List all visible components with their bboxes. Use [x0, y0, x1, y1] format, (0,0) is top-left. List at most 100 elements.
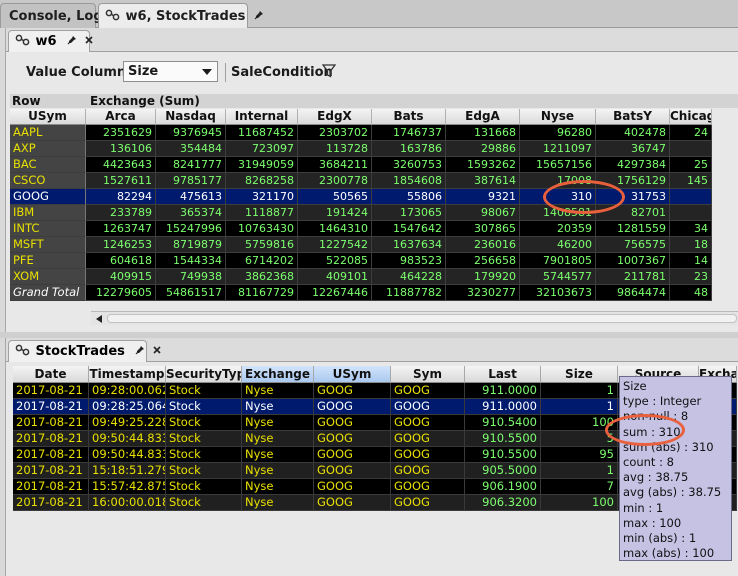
table-cell: 100	[541, 495, 618, 511]
pivot-grid: AAPL 2351629 9376945 11687452 2303702 1746737…	[10, 125, 712, 301]
table-cell: Nyse	[242, 399, 314, 415]
table-cell: Nyse	[242, 383, 314, 399]
table-cell: 16:00:00.018	[89, 495, 166, 511]
close-icon[interactable]	[84, 35, 94, 45]
pivot-col-header[interactable]: Internal	[226, 109, 298, 125]
pivot-cell: 1464310	[298, 221, 372, 237]
pivot-total-row[interactable]: Grand Total 12279605 54861517 81167729 12267…	[10, 285, 712, 301]
pivot-cell: 145	[670, 173, 712, 189]
table-cell: GOOG	[314, 383, 391, 399]
highlight-ring-tooltip	[605, 414, 685, 446]
table-cell: 09:28:00.062	[89, 383, 166, 399]
pivot-col-header[interactable]: USym	[10, 109, 86, 125]
pivot-col-header[interactable]: Nyse	[520, 109, 596, 125]
pivot-cell: 6714202	[226, 253, 298, 269]
table-cell: GOOG	[391, 415, 465, 431]
funnel-icon[interactable]	[322, 64, 336, 78]
table-col-header[interactable]: Size	[541, 366, 618, 383]
table-col-header[interactable]: Sym	[391, 366, 465, 383]
pivot-tab-row: w6	[6, 28, 738, 52]
pivot-cell: 5744577	[520, 269, 596, 285]
pivot-row-key: XOM	[10, 269, 86, 285]
tab-stocktrades[interactable]: w6, StockTrades	[98, 3, 263, 28]
pivot-cell: 409101	[298, 269, 372, 285]
pivot-cell: 387614	[446, 173, 520, 189]
table-cell: 2017-08-21	[13, 383, 89, 399]
table-cell: GOOG	[391, 463, 465, 479]
tab-stocktrades-table[interactable]: StockTrades	[8, 340, 161, 362]
pivot-cell: 723097	[226, 141, 298, 157]
table-cell: 2017-08-21	[13, 415, 89, 431]
pivot-col-header[interactable]: BatsY	[596, 109, 670, 125]
pivot-cell: 409915	[86, 269, 156, 285]
pivot-col-header[interactable]: Chicago	[670, 109, 712, 125]
pivot-row[interactable]: AXP 136106 354484 723097 113728 163786 29886 12…	[10, 141, 712, 157]
table-col-header[interactable]: Exchange	[242, 366, 314, 383]
table-col-header[interactable]: Last	[465, 366, 541, 383]
pivot-row-key: PFE	[10, 253, 86, 269]
pin-icon[interactable]	[135, 345, 145, 355]
pivot-cell: 48	[670, 285, 712, 301]
tooltip-line: min : 1	[623, 500, 664, 515]
tab-console-log-label: Console, Log	[9, 9, 103, 24]
pivot-row[interactable]: INTC 1263747 15247996 10763430 1464310 154764…	[10, 221, 712, 237]
table-cell: Nyse	[242, 431, 314, 447]
pivot-row[interactable]: PFE 604618 1544334 6714202 522085 983523 25665…	[10, 253, 712, 269]
tab-w6[interactable]: w6	[8, 30, 93, 52]
toolbar-separator	[225, 63, 226, 82]
table-cell: Stock	[166, 463, 242, 479]
pivot-col-header[interactable]: EdgX	[298, 109, 372, 125]
pivot-cell: 50565	[298, 189, 372, 205]
horizontal-scrollbar[interactable]	[91, 311, 738, 325]
table-col-header[interactable]: Timestamp	[89, 366, 166, 383]
table-cell: GOOG	[314, 495, 391, 511]
table-cell: GOOG	[391, 399, 465, 415]
column-stats-tooltip: Size type : Integer non-null : 8 sum : 310 s…	[619, 376, 732, 561]
pivot-cell: 9376945	[156, 125, 226, 141]
pin-icon[interactable]	[67, 35, 77, 45]
pivot-row[interactable]: BAC 4423643 8241777 31949059 3684211 3260753 1…	[10, 157, 712, 173]
pivot-cell: 5759816	[226, 237, 298, 253]
scroll-left-icon[interactable]	[96, 315, 102, 323]
tab-stocktrades-table-label: StockTrades	[35, 344, 125, 359]
pivot-col-header[interactable]: EdgA	[446, 109, 520, 125]
top-tab-bar: Console, Log w6, StockTrades	[0, 0, 738, 28]
table-cell: 2017-08-21	[13, 399, 89, 415]
table-cell: GOOG	[391, 495, 465, 511]
table-cell: 911.0000	[465, 399, 541, 415]
table-cell: 2017-08-21	[13, 447, 89, 463]
pivot-cell: 1527611	[86, 173, 156, 189]
pivot-cell: 1547642	[372, 221, 446, 237]
pivot-col-header[interactable]: Nasdaq	[156, 109, 226, 125]
scroll-thumb[interactable]	[107, 314, 737, 323]
pivot-cell: 2303702	[298, 125, 372, 141]
pivot-row-key: CSCO	[10, 173, 86, 189]
tooltip-line: max (abs) : 100	[623, 546, 715, 561]
table-cell: Nyse	[242, 479, 314, 495]
pivot-cell: 12279605	[86, 285, 156, 301]
table-col-header[interactable]: USym	[314, 366, 391, 383]
tab-console-log[interactable]: Console, Log	[0, 3, 103, 28]
pivot-cell: 256658	[446, 253, 520, 269]
pivot-cell: 983523	[372, 253, 446, 269]
table-col-header[interactable]: SecurityType	[166, 366, 242, 383]
value-column-select[interactable]: Size	[123, 61, 218, 82]
pivot-cell: 29886	[446, 141, 520, 157]
pivot-row-key: MSFT	[10, 237, 86, 253]
pivot-col-header[interactable]: Arca	[86, 109, 156, 125]
close-icon[interactable]	[152, 345, 162, 355]
pivot-row[interactable]: MSFT 1246253 8719879 5759816 1227542 1637634 2…	[10, 237, 712, 253]
pivot-row[interactable]: XOM 409915 749938 3862368 409101 464228 179920…	[10, 269, 712, 285]
pivot-cell: 354484	[156, 141, 226, 157]
pivot-cell: 98067	[446, 205, 520, 221]
pivot-cell: 1263747	[86, 221, 156, 237]
pivot-cell: 1118877	[226, 205, 298, 221]
pivot-col-header[interactable]: Bats	[372, 109, 446, 125]
pivot-row[interactable]: AAPL 2351629 9376945 11687452 2303702 1746737…	[10, 125, 712, 141]
table-cell: 09:28:25.064	[89, 399, 166, 415]
pivot-cell: 307865	[446, 221, 520, 237]
table-col-header[interactable]: Date	[13, 366, 89, 383]
pivot-cell: 475613	[156, 189, 226, 205]
table-cell: 910.5400	[465, 415, 541, 431]
pin-icon[interactable]	[254, 10, 264, 20]
